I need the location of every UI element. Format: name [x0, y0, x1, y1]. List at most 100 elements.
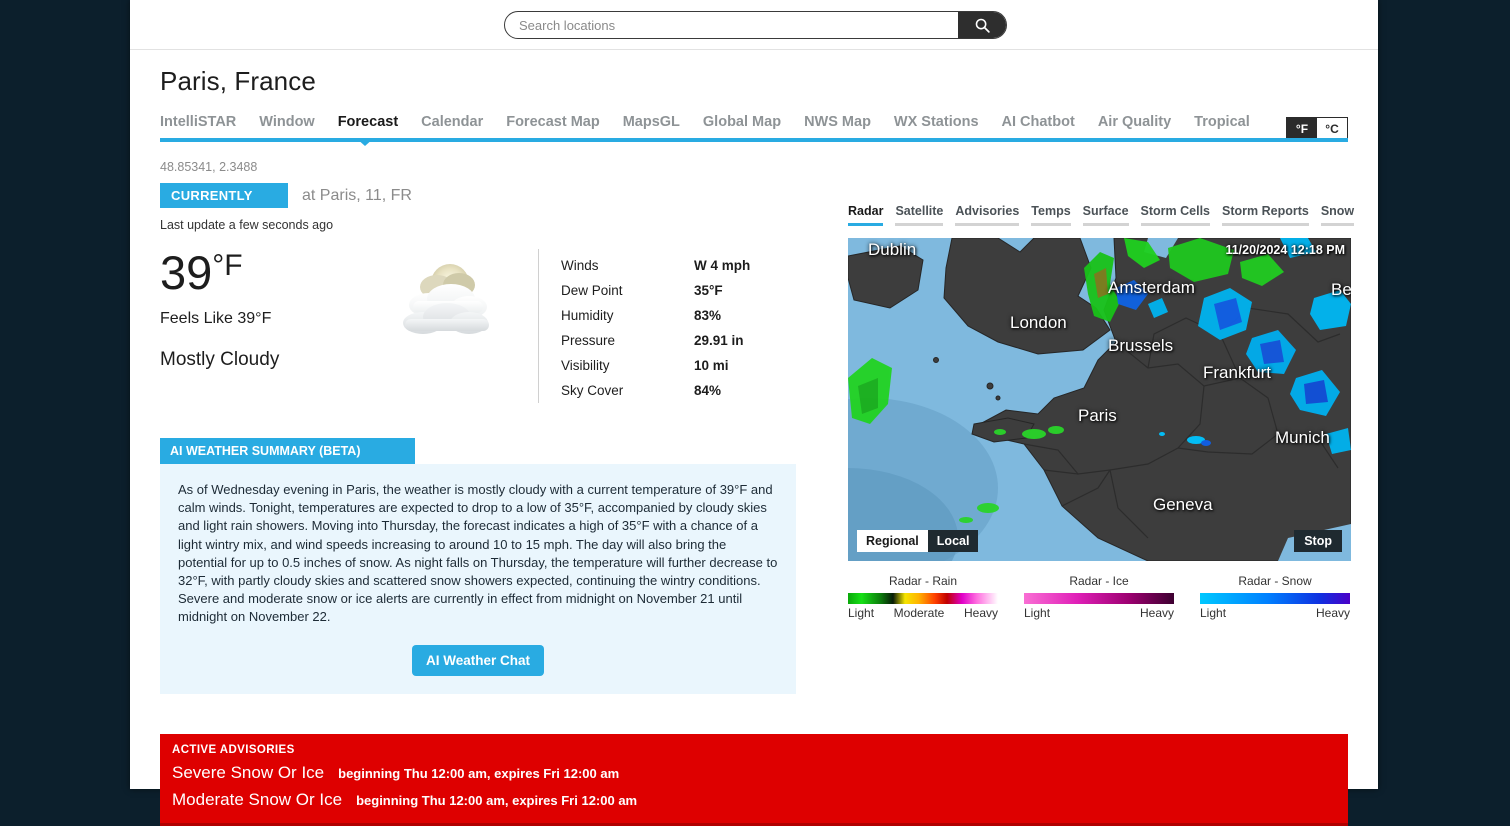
legend-mark-heavy: Heavy [1139, 606, 1174, 620]
tab-forecast-map[interactable]: Forecast Map [506, 114, 599, 138]
weather-icon-container [375, 249, 520, 403]
legend-mark-light: Light [1200, 606, 1227, 620]
map-tab-storm-reports[interactable]: Storm Reports [1222, 204, 1309, 226]
legend-title: Radar - Ice [1069, 574, 1129, 588]
last-update-text: Last update a few seconds ago [160, 218, 334, 232]
current-temperature: 39°F [160, 249, 375, 296]
tab-air-quality[interactable]: Air Quality [1098, 114, 1171, 138]
temperature-block: 39°F Feels Like 39°F Mostly Cloudy [160, 249, 375, 403]
legend-radar-rain: Radar - Rain Light Moderate Heavy [848, 574, 998, 620]
map-scope-regional-button[interactable]: Regional [857, 530, 928, 552]
ai-summary-text: As of Wednesday evening in Paris, the we… [178, 482, 778, 625]
detail-value: 83% [694, 308, 722, 323]
map-label-geneva: Geneva [1153, 495, 1213, 514]
sky-phrase-text: Mostly Cloudy [160, 349, 280, 370]
map-tab-advisories[interactable]: Advisories [955, 204, 1020, 226]
conditions-table: Winds W 4 mph Dew Point 35°F Humidity 83… [538, 249, 750, 403]
detail-label: Dew Point [561, 283, 623, 298]
detail-value: 35°F [694, 283, 723, 298]
tab-ai-chatbot[interactable]: AI Chatbot [1002, 114, 1075, 138]
table-row: Visibility 10 mi [561, 353, 750, 378]
detail-value: 10 mi [694, 358, 729, 373]
tab-nws-map[interactable]: NWS Map [804, 114, 871, 138]
map-label-amsterdam: Amsterdam [1108, 278, 1195, 297]
tab-calendar[interactable]: Calendar [421, 114, 483, 138]
detail-label: Pressure [561, 333, 616, 348]
tab-tropical[interactable]: Tropical [1194, 114, 1250, 138]
tab-window[interactable]: Window [259, 114, 314, 138]
ai-summary-badge: AI WEATHER SUMMARY (BETA) [160, 438, 415, 464]
advisory-name: Severe Snow Or Ice [172, 762, 325, 782]
active-tab-caret-icon [356, 138, 374, 146]
map-label-london: London [1010, 313, 1067, 332]
tab-intellistar[interactable]: IntelliSTAR [160, 114, 236, 138]
radar-map[interactable]: 11/20/2024 12:18 PM Dublin London Amster… [848, 238, 1351, 561]
currently-header: CURRENTLY at Paris, 11, FR [160, 183, 796, 208]
legend-radar-ice: Radar - Ice Light Heavy [1024, 574, 1174, 620]
legend-gradient-bar [848, 593, 998, 604]
legend-marks: Light Heavy [1024, 606, 1174, 620]
map-stop-button[interactable]: Stop [1294, 530, 1342, 552]
coordinates: 48.85341, 2.3488 [160, 160, 258, 174]
detail-label: Sky Cover [561, 383, 624, 398]
radar-map-canvas [848, 238, 1351, 561]
conditions-block: 39°F Feels Like 39°F Mostly Cloudy Winds… [160, 249, 796, 403]
page-title: Paris, France [160, 66, 316, 96]
current-conditions-column: CURRENTLY at Paris, 11, FR Last update a… [160, 183, 796, 694]
advisories-heading: ACTIVE ADVISORIES [172, 743, 295, 756]
map-scope-toggle[interactable]: Regional Local [857, 530, 979, 552]
app-window: Paris, France °F °C IntelliSTAR Window F… [130, 0, 1378, 826]
search-field-wrapper[interactable] [504, 11, 1007, 39]
search-icon [975, 18, 990, 33]
map-layer-tabs: Radar Satellite Advisories Temps Surface… [848, 204, 1355, 226]
advisory-item-severe[interactable]: Severe Snow Or Ice beginning Thu 12:00 a… [172, 763, 1336, 783]
legend-mark-heavy: Heavy [1315, 606, 1350, 620]
tab-global-map[interactable]: Global Map [703, 114, 781, 138]
ai-weather-chat-button[interactable]: AI Weather Chat [411, 644, 545, 676]
map-label-frankfurt: Frankfurt [1203, 363, 1272, 382]
advisory-item-moderate[interactable]: Moderate Snow Or Ice beginning Thu 12:00… [172, 790, 1336, 810]
detail-label: Winds [561, 258, 599, 273]
detail-value: 29.91 in [694, 333, 744, 348]
ai-summary-panel: As of Wednesday evening in Paris, the we… [160, 464, 796, 694]
map-tab-storm-cells[interactable]: Storm Cells [1140, 204, 1210, 226]
map-tab-temps[interactable]: Temps [1031, 204, 1071, 226]
advisory-time: beginning Thu 12:00 am, expires Fri 12:0… [338, 765, 620, 781]
map-label-munich: Munich [1275, 428, 1330, 447]
active-advisories-panel: ACTIVE ADVISORIES Severe Snow Or Ice beg… [160, 733, 1348, 826]
primary-tabs: IntelliSTAR Window Forecast Calendar For… [160, 114, 1348, 146]
map-tab-satellite[interactable]: Satellite [895, 204, 944, 226]
current-location-label: at Paris, 11, FR [302, 186, 412, 204]
map-label-paris: Paris [1078, 406, 1117, 425]
search-button[interactable] [958, 12, 1006, 38]
legend-mark-light: Light [848, 606, 875, 620]
legend-radar-snow: Radar - Snow Light Heavy [1200, 574, 1350, 620]
currently-badge: CURRENTLY [160, 183, 288, 208]
legend-mark-moderate: Moderate [893, 606, 945, 620]
detail-value: W 4 mph [694, 258, 751, 273]
temperature-unit: °F [212, 249, 243, 282]
map-scope-local-button[interactable]: Local [927, 530, 979, 552]
map-tab-radar[interactable]: Radar [848, 204, 884, 226]
search-input[interactable] [505, 12, 958, 38]
map-tab-snow[interactable]: Snow [1320, 204, 1355, 226]
table-row: Pressure 29.91 in [561, 328, 750, 353]
tab-forecast[interactable]: Forecast [338, 114, 398, 138]
table-row: Winds W 4 mph [561, 253, 750, 278]
feels-like-text: Feels Like 39°F [160, 310, 272, 327]
tab-wx-stations[interactable]: WX Stations [894, 114, 979, 138]
tab-mapsgl[interactable]: MapsGL [623, 114, 680, 138]
legend-title: Radar - Rain [888, 574, 958, 588]
detail-value: 84% [694, 383, 722, 398]
map-label-berlin: Be [1331, 280, 1351, 299]
legend-marks: Light Heavy [1200, 606, 1350, 620]
table-row: Sky Cover 84% [561, 378, 750, 403]
map-tab-surface[interactable]: Surface [1082, 204, 1129, 226]
legend-gradient-bar [1024, 593, 1174, 604]
legend-mark-heavy: Heavy [963, 606, 998, 620]
advisory-time: beginning Thu 12:00 am, expires Fri 12:0… [356, 792, 638, 808]
search-bar [130, 0, 1378, 50]
legend-gradient-bar [1200, 593, 1350, 604]
map-label-dublin: Dublin [868, 240, 917, 259]
radar-legends: Radar - Rain Light Moderate Heavy Radar … [848, 574, 1353, 620]
